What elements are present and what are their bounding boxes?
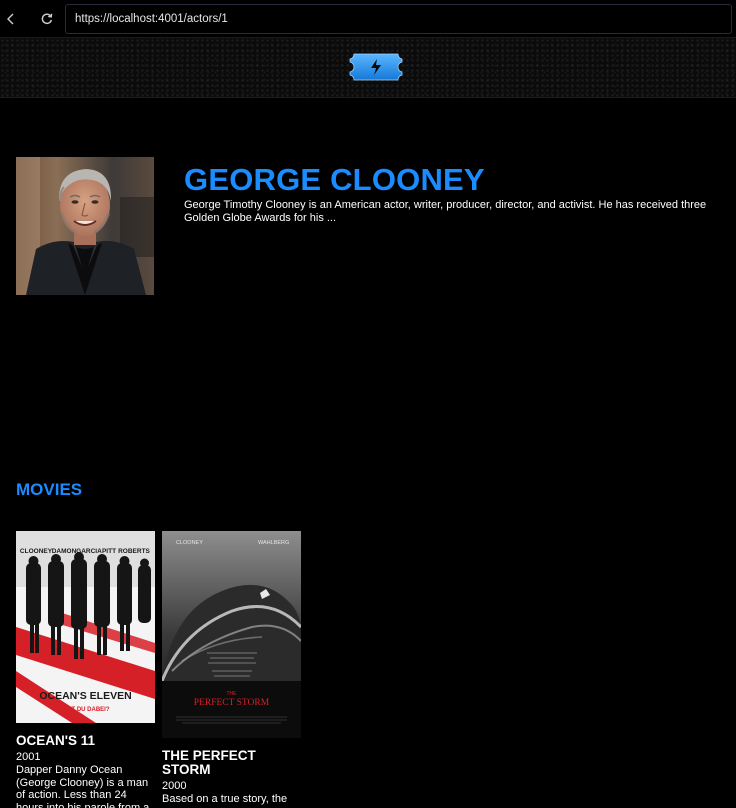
movie-poster[interactable]: CLOONEY DAMON GARCIA PITT ROBERTS OCEAN'… (16, 531, 155, 723)
reload-button[interactable] (36, 8, 58, 30)
movie-card[interactable]: CLOONEY WAHLBERG THE PERFECT STORM THE P… (162, 531, 301, 806)
poster-cast-name: ROBERTS (118, 548, 150, 555)
actor-name: GEORGE CLOONEY (184, 162, 485, 197)
lightning-ticket-icon (349, 53, 403, 81)
movie-card[interactable]: CLOONEY DAMON GARCIA PITT ROBERTS OCEAN'… (16, 531, 155, 808)
poster-title: OCEAN'S ELEVEN (39, 690, 131, 702)
movie-year: 2000 (162, 780, 187, 792)
poster-cast-name: WAHLBERG (258, 540, 289, 546)
back-button[interactable] (0, 8, 22, 30)
reload-icon (41, 13, 53, 25)
movie-poster[interactable]: CLOONEY WAHLBERG THE PERFECT STORM (162, 531, 301, 738)
browser-toolbar: https://localhost:4001/actors/1 (0, 0, 736, 38)
actor-bio: George Timothy Clooney is an American ac… (184, 199, 707, 224)
poster-cast-name: PITT (102, 548, 116, 555)
address-bar[interactable]: https://localhost:4001/actors/1 (65, 4, 732, 34)
poster-cast-name: CLOONEY (20, 548, 53, 555)
home-logo-link[interactable] (346, 52, 406, 82)
poster-cast-name: DAMON (52, 548, 77, 555)
poster-title-prefix: THE (227, 691, 238, 697)
poster-tagline: BIST DU DABEI? (62, 707, 110, 713)
poster-cast-name: CLOONEY (176, 540, 203, 546)
chevron-left-icon (7, 13, 14, 25)
movie-year: 2001 (16, 751, 41, 763)
site-header (0, 38, 736, 98)
actor-photo (16, 157, 154, 295)
movies-section-title: MOVIES (16, 480, 83, 499)
movie-description: Based on a true story, the (162, 793, 288, 805)
poster-title: PERFECT STORM (194, 698, 270, 708)
movie-title[interactable]: THE PERFECT STORM (162, 749, 301, 777)
movie-description: Dapper Danny Ocean (George Clooney) is a… (16, 764, 150, 808)
movie-title[interactable]: OCEAN'S 11 (16, 734, 155, 748)
